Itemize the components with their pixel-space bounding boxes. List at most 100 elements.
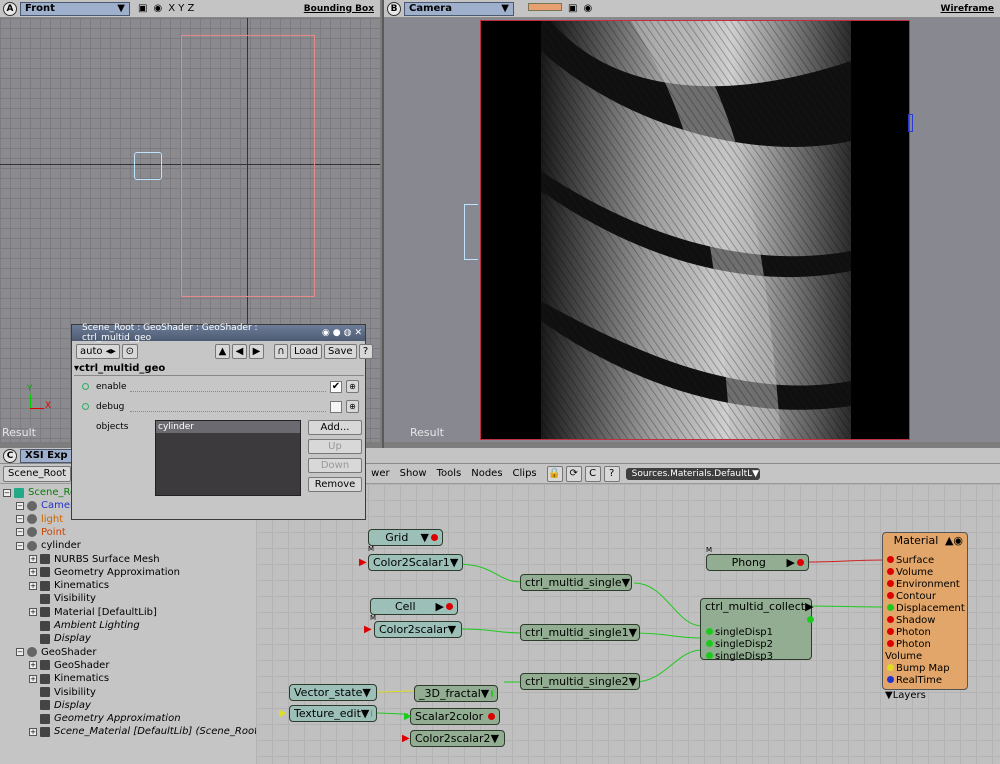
input-port[interactable]: [887, 628, 894, 635]
animation-dot-icon[interactable]: [82, 403, 89, 410]
material-port-row[interactable]: Bump Map: [885, 663, 967, 675]
add-button[interactable]: Add...: [308, 420, 362, 435]
layers-section[interactable]: ▼Layers: [885, 689, 965, 701]
lock-icon[interactable]: 🔒: [546, 465, 563, 482]
output-port[interactable]: [488, 713, 495, 720]
material-port-row[interactable]: Photon: [885, 627, 967, 639]
refresh-icon[interactable]: ⟳: [565, 465, 582, 482]
tree-expand-icon[interactable]: +: [29, 727, 37, 736]
axes-toggle[interactable]: X Y Z: [168, 3, 194, 14]
load-button[interactable]: Load: [290, 344, 322, 359]
display-mode-a[interactable]: Bounding Box: [304, 4, 374, 14]
key-icon[interactable]: ⊙: [121, 344, 138, 359]
collapse-icon[interactable]: ▼: [629, 626, 637, 639]
minimize-icon[interactable]: ●: [333, 328, 341, 338]
auto-button[interactable]: auto ◂ ▸: [76, 344, 120, 359]
ctrl-multid-single1-node[interactable]: ctrl_multid_single1 ▼: [520, 624, 640, 641]
tree-row[interactable]: + Material [DefaultLib]: [29, 606, 157, 619]
eye-icon[interactable]: ◉: [153, 3, 162, 14]
cell-node[interactable]: Cell ▶: [370, 598, 458, 615]
material-port-row[interactable]: Contour: [885, 591, 967, 603]
scope-button[interactable]: Scene_Root: [3, 465, 72, 482]
help-button[interactable]: ?: [358, 344, 373, 359]
tree-row[interactable]: + Kinematics: [29, 672, 109, 685]
camera-toggle-icon[interactable]: ▣: [138, 3, 147, 14]
next-arrow-icon[interactable]: ▸: [111, 346, 116, 357]
nodes-menu[interactable]: Nodes: [471, 468, 502, 479]
tree-row[interactable]: + NURBS Surface Mesh: [29, 553, 160, 566]
material-node[interactable]: Material ▲◉ Surface Volume Environment Cont…: [882, 532, 968, 701]
help-icon[interactable]: ?: [603, 465, 620, 482]
expand-icon[interactable]: ▶: [805, 600, 813, 613]
collapse-icon[interactable]: ▼: [629, 675, 637, 688]
viewer-menu[interactable]: wer: [371, 468, 389, 479]
tree-expand-icon[interactable]: +: [29, 674, 37, 683]
eye-icon[interactable]: ◉: [583, 3, 592, 14]
tree-row[interactable]: − GeoShader: [16, 646, 96, 659]
tree-expand-icon[interactable]: −: [16, 648, 24, 657]
preset-right-icon[interactable]: ▶: [249, 344, 264, 359]
down-button[interactable]: Down: [308, 458, 362, 473]
tree-expand-icon[interactable]: +: [29, 555, 37, 563]
input-port[interactable]: [706, 652, 713, 659]
phong-node[interactable]: Phong ▶: [706, 554, 809, 571]
tree-expand-icon[interactable]: −: [16, 515, 24, 524]
expand-icon[interactable]: ▶: [436, 600, 444, 613]
material-port-row[interactable]: Volume: [885, 567, 967, 579]
collapse-icon[interactable]: ▼: [481, 687, 489, 700]
display-mode-b[interactable]: Wireframe: [941, 4, 994, 14]
clips-menu[interactable]: Clips: [513, 468, 537, 479]
camera-handle[interactable]: [908, 114, 913, 132]
material-port-row[interactable]: Surface: [885, 555, 967, 567]
render-tree-workspace[interactable]: Grid ▼ M Color2Scalar1 ▼ ▶ Cell ▶ M Color2s…: [256, 484, 1000, 764]
output-port[interactable]: [807, 616, 815, 623]
color2scalar1-node[interactable]: Color2Scalar1 ▼: [368, 554, 463, 571]
object-outline-b[interactable]: [464, 204, 478, 260]
tree-expand-icon[interactable]: +: [29, 608, 37, 617]
connect-icon[interactable]: ⊕: [346, 400, 359, 413]
material-port-row[interactable]: Displacement: [885, 603, 967, 615]
tree-expand-icon[interactable]: −: [16, 528, 24, 537]
input-port[interactable]: [887, 640, 894, 647]
output-port[interactable]: [431, 534, 438, 541]
input-port[interactable]: [887, 604, 894, 611]
output-port[interactable]: [371, 710, 372, 717]
input-port[interactable]: [887, 592, 894, 599]
input-port[interactable]: [887, 568, 894, 575]
tree-expand-icon[interactable]: +: [29, 568, 37, 577]
preset-left-icon[interactable]: ◀: [232, 344, 247, 359]
tree-row[interactable]: +Visibility: [29, 592, 96, 605]
collapse-icon[interactable]: ▼: [491, 732, 499, 745]
viewport-b[interactable]: Result: [384, 18, 1000, 442]
tree-row[interactable]: +Visibility: [29, 686, 96, 699]
viewport-a-letter[interactable]: A: [3, 1, 17, 16]
tree-row[interactable]: − Camer: [16, 499, 74, 512]
tree-expand-icon[interactable]: −: [3, 488, 11, 497]
source-selector[interactable]: Sources.Materials.DefaultL ▼: [625, 467, 760, 480]
collapse-icon[interactable]: ▼: [361, 707, 369, 720]
tree-row[interactable]: + Geometry Approximation: [29, 566, 180, 579]
render-region-icon[interactable]: [528, 3, 562, 11]
tree-expand-icon[interactable]: +: [29, 661, 37, 670]
show-menu[interactable]: Show: [400, 468, 427, 479]
animation-dot-icon[interactable]: [82, 383, 89, 390]
lock-icon[interactable]: ∩: [274, 344, 288, 359]
scalar2color-node[interactable]: Scalar2color: [410, 708, 500, 725]
ctrl-multid-collect-node[interactable]: ctrl_multid_collect ▶ singleDisp1 singleD…: [700, 598, 815, 663]
help-icon[interactable]: ◍: [344, 328, 352, 338]
output-port[interactable]: [446, 603, 453, 610]
material-port-row[interactable]: Environment: [885, 579, 967, 591]
tree-row[interactable]: + Kinematics: [29, 579, 109, 592]
collapse-icon[interactable]: ▼: [362, 686, 370, 699]
input-port[interactable]: [887, 664, 894, 671]
tree-row[interactable]: +Display: [29, 632, 91, 645]
objects-listbox[interactable]: cylinder: [155, 420, 301, 496]
tools-menu[interactable]: Tools: [437, 468, 462, 479]
tree-row[interactable]: + GeoShader: [29, 659, 109, 672]
input-port-row[interactable]: singleDisp3: [704, 651, 811, 663]
input-port[interactable]: [706, 628, 713, 635]
input-arrow-icon[interactable]: ▶: [404, 711, 412, 722]
texture-edit-node[interactable]: Texture_edit ▼: [289, 705, 377, 722]
view-selector-a[interactable]: Front ▼: [20, 1, 130, 16]
debug-checkbox[interactable]: [330, 401, 342, 413]
